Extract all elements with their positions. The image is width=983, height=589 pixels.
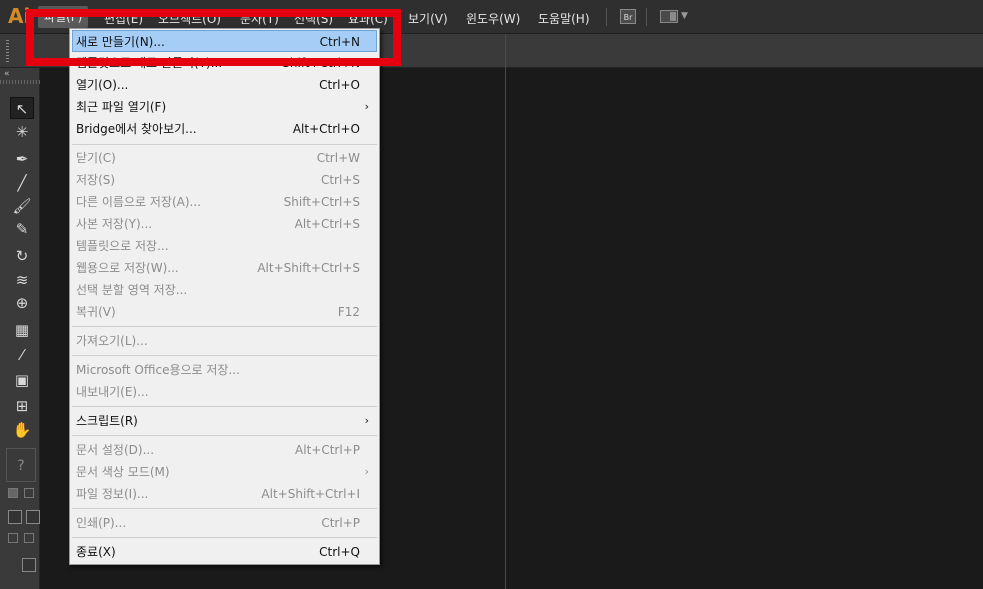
menu-separator — [72, 537, 377, 538]
menu-item-label: 열기(O)... — [76, 78, 129, 92]
menu-item-label: 파일 정보(I)... — [76, 487, 149, 501]
menubar-separator — [646, 8, 647, 26]
menu-window[interactable]: 윈도우(W) — [466, 10, 520, 27]
menu-item-shortcut: Alt+Shift+Ctrl+I — [261, 487, 360, 501]
menu-item-shortcut: Ctrl+S — [320, 173, 360, 187]
pen-tool-icon[interactable]: ✒ — [10, 148, 34, 170]
symbol-sprayer-tool-icon[interactable]: ▣ — [10, 369, 34, 391]
menu-item-label: 닫기(C) — [76, 151, 116, 165]
blob-brush-tool-icon[interactable]: ✎ — [10, 218, 34, 240]
warp-tool-icon[interactable]: ≋ — [10, 269, 34, 291]
menu-item-open-recent[interactable]: 최근 파일 열기(F) › — [72, 96, 377, 118]
menu-item-label: 선택 분할 영역 저장... — [76, 283, 188, 297]
hand-tool-icon[interactable]: ✋ — [10, 419, 34, 441]
menu-separator — [72, 144, 377, 145]
help-tool-icon[interactable]: ? — [6, 448, 36, 482]
menu-item-shortcut: Shift+Ctrl+S — [283, 195, 360, 209]
menu-item-label: 저장(S) — [76, 173, 116, 187]
collapse-icon[interactable]: « — [4, 69, 10, 79]
screen-mode-icon[interactable] — [22, 558, 36, 572]
menu-item-open[interactable]: 열기(O)... Ctrl+O — [72, 74, 377, 96]
menu-item-save-as-template[interactable]: 템플릿으로 저장... — [72, 235, 377, 257]
menu-item-label: 문서 설정(D)... — [76, 443, 155, 457]
menu-item-print[interactable]: 인쇄(P)... Ctrl+P — [72, 512, 377, 534]
menu-item-shortcut: Ctrl+O — [319, 78, 360, 92]
eyedropper-tool-icon[interactable]: ⁄ — [10, 344, 34, 366]
menu-item-place[interactable]: 가져오기(L)... — [72, 330, 377, 352]
fill-swatch[interactable] — [8, 510, 22, 524]
menu-separator — [72, 435, 377, 436]
menu-item-save-selected-slices[interactable]: 선택 분할 영역 저장... — [72, 279, 377, 301]
menu-item-label: 인쇄(P)... — [76, 516, 127, 530]
canvas-divider — [505, 34, 506, 589]
menu-item-save-for-web[interactable]: 웹용으로 저장(W)... Alt+Shift+Ctrl+S — [72, 257, 377, 279]
menu-item-exit[interactable]: 종료(X) Ctrl+Q — [72, 541, 377, 563]
menu-item-label: 템플릿으로 저장... — [76, 239, 169, 253]
menu-item-label: Microsoft Office용으로 저장... — [76, 363, 240, 377]
menu-item-save-for-office[interactable]: Microsoft Office용으로 저장... — [72, 359, 377, 381]
panel-grip[interactable] — [0, 80, 40, 84]
selection-tool-icon[interactable]: ↖ — [10, 97, 34, 119]
menu-item-close[interactable]: 닫기(C) Ctrl+W — [72, 147, 377, 169]
annotation-highlight-box — [26, 9, 401, 66]
chevron-down-icon[interactable]: ▼ — [681, 11, 688, 21]
stroke-swatch[interactable] — [26, 510, 40, 524]
menu-item-label: 가져오기(L)... — [76, 334, 148, 348]
menu-item-label: 종료(X) — [76, 545, 116, 559]
swap-colors-icon[interactable] — [24, 488, 34, 498]
color-mode-icon[interactable] — [8, 533, 18, 543]
menu-separator — [72, 326, 377, 327]
arrange-documents-icon[interactable] — [660, 10, 678, 23]
menu-item-label: 사본 저장(Y)... — [76, 217, 153, 231]
menu-item-scripts[interactable]: 스크립트(R) › — [72, 410, 377, 432]
menu-item-revert[interactable]: 복귀(V) F12 — [72, 301, 377, 323]
menu-item-shortcut: Alt+Ctrl+O — [292, 122, 360, 136]
menu-item-shortcut: Alt+Shift+Ctrl+S — [257, 261, 360, 275]
menu-item-label: 스크립트(R) — [76, 414, 138, 428]
menu-item-label: 문서 색상 모드(M) — [76, 465, 170, 479]
artboard-tool-icon[interactable]: ⊞ — [10, 395, 34, 417]
tools-panel: « ↖ ✳ ✒ ╱ 🖌 ✎ ↻ ≋ ⊕ ▦ ⁄ ▣ ⊞ ✋ ? — [0, 68, 40, 589]
file-menu-dropdown: 새로 만들기(N)... Ctrl+N 템플릿으로 새로 만들기(T)... S… — [69, 28, 380, 565]
default-colors-icon[interactable] — [8, 488, 18, 498]
gradient-mode-icon[interactable] — [24, 533, 34, 543]
menu-item-file-info[interactable]: 파일 정보(I)... Alt+Shift+Ctrl+I — [72, 483, 377, 505]
menu-help[interactable]: 도움말(H) — [538, 10, 590, 27]
paintbrush-tool-icon[interactable]: 🖌 — [10, 195, 34, 217]
menubar-separator — [606, 8, 607, 26]
menu-item-shortcut: Alt+Ctrl+P — [295, 443, 360, 457]
shape-builder-tool-icon[interactable]: ⊕ — [10, 292, 34, 314]
panel-grip[interactable] — [6, 40, 9, 62]
menu-item-save-as[interactable]: 다른 이름으로 저장(A)... Shift+Ctrl+S — [72, 191, 377, 213]
menu-item-label: 다른 이름으로 저장(A)... — [76, 195, 201, 209]
bridge-button[interactable]: Br — [620, 9, 636, 24]
menu-item-shortcut: Ctrl+P — [321, 516, 360, 530]
menu-item-label: 최근 파일 열기(F) — [76, 100, 167, 114]
menu-item-document-setup[interactable]: 문서 설정(D)... Alt+Ctrl+P — [72, 439, 377, 461]
menu-view[interactable]: 보기(V) — [408, 10, 448, 27]
menu-item-label: 내보내기(E)... — [76, 385, 149, 399]
menu-item-document-color-mode[interactable]: 문서 색상 모드(M) › — [72, 461, 377, 483]
chevron-right-icon: › — [364, 465, 369, 478]
menu-separator — [72, 406, 377, 407]
menu-item-shortcut: Ctrl+W — [316, 151, 360, 165]
mesh-tool-icon[interactable]: ▦ — [10, 319, 34, 341]
magic-wand-tool-icon[interactable]: ✳ — [10, 121, 34, 143]
menu-separator — [72, 508, 377, 509]
chevron-right-icon: › — [364, 414, 369, 427]
menu-item-shortcut: Alt+Ctrl+S — [294, 217, 360, 231]
chevron-right-icon: › — [364, 100, 369, 113]
menu-item-label: Bridge에서 찾아보기... — [76, 122, 197, 136]
rotate-tool-icon[interactable]: ↻ — [10, 245, 34, 267]
line-tool-icon[interactable]: ╱ — [10, 172, 34, 194]
menu-item-label: 복귀(V) — [76, 305, 116, 319]
menu-item-save[interactable]: 저장(S) Ctrl+S — [72, 169, 377, 191]
menu-item-export[interactable]: 내보내기(E)... — [72, 381, 377, 403]
menu-item-shortcut: F12 — [337, 305, 360, 319]
menu-separator — [72, 355, 377, 356]
menu-item-shortcut: Ctrl+Q — [319, 545, 360, 559]
menu-item-browse-in-bridge[interactable]: Bridge에서 찾아보기... Alt+Ctrl+O — [72, 118, 377, 140]
menu-item-save-copy[interactable]: 사본 저장(Y)... Alt+Ctrl+S — [72, 213, 377, 235]
menu-item-label: 웹용으로 저장(W)... — [76, 261, 179, 275]
